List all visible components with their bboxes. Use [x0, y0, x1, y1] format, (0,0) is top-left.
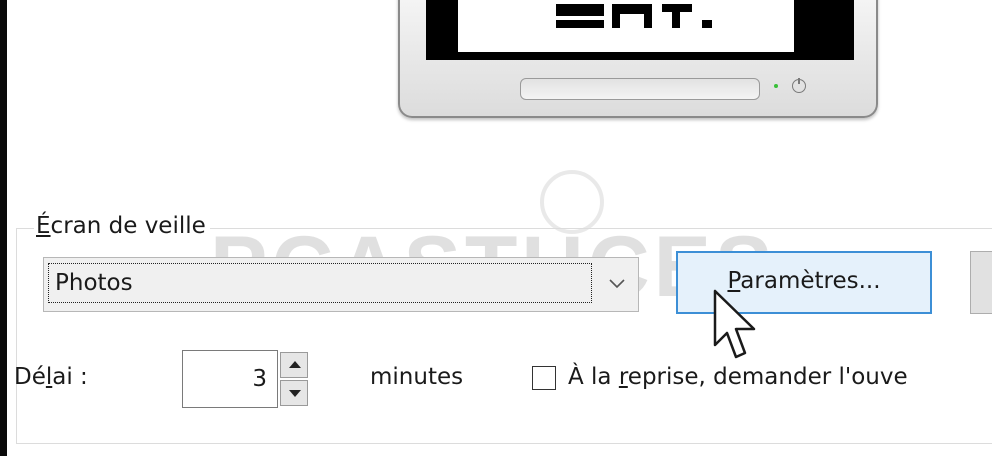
- preview-screen: [426, 0, 854, 60]
- screensaver-select[interactable]: Photos: [43, 257, 639, 312]
- power-button-icon: [792, 78, 806, 93]
- legend-accelerator: É: [36, 213, 51, 239]
- resume-label-accelerator: r: [618, 364, 628, 390]
- lightbulb-icon: [540, 170, 604, 234]
- delay-spinner: [280, 352, 308, 406]
- delay-minutes-input[interactable]: 3: [182, 350, 278, 408]
- delay-label: Délai :: [14, 362, 88, 392]
- delay-label-pre: Dé: [14, 364, 46, 390]
- triangle-up-icon: [289, 361, 301, 368]
- preview-button[interactable]: [970, 251, 992, 314]
- screensaver-preview-monitor: [398, 0, 878, 118]
- delay-label-post: ai :: [52, 364, 88, 390]
- legend-text: cran de veille: [50, 213, 206, 239]
- power-led-icon: [774, 84, 778, 88]
- resume-label-pre: À la: [568, 364, 619, 390]
- triangle-down-icon: [289, 390, 301, 397]
- minutes-unit-label: minutes: [370, 364, 464, 390]
- spin-down-button[interactable]: [280, 380, 308, 406]
- screensaver-group-title: Écran de veille: [34, 212, 210, 240]
- window-left-edge: [0, 0, 7, 456]
- mouse-pointer-icon: [713, 289, 756, 359]
- spin-up-button[interactable]: [280, 352, 308, 378]
- resume-label-post: eprise, demander l'ouve: [627, 364, 908, 390]
- resume-logon-checkbox[interactable]: [532, 366, 556, 390]
- preview-screen-content: [458, 0, 794, 52]
- resume-logon-label[interactable]: À la reprise, demander l'ouve: [568, 362, 908, 392]
- monitor-base-slot: [520, 78, 760, 100]
- screensaver-select-value: Photos: [48, 263, 592, 303]
- settings-label: aramètres...: [740, 268, 881, 294]
- chevron-down-icon[interactable]: [606, 272, 628, 294]
